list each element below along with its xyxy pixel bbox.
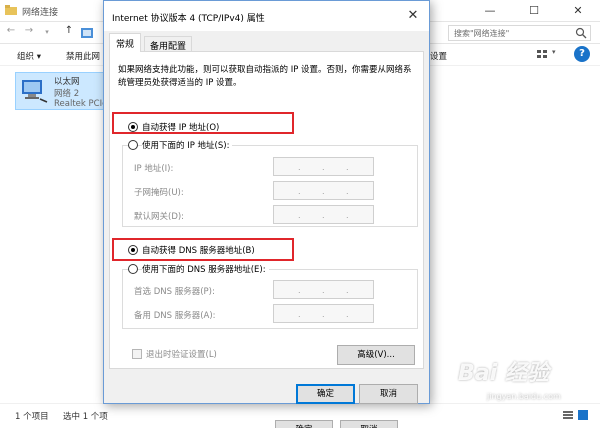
- ok-button[interactable]: 确定: [296, 384, 355, 404]
- disable-device-button[interactable]: 禁用此网: [66, 50, 100, 62]
- ip-manual-radio[interactable]: [128, 140, 138, 150]
- validate-on-exit-checkbox[interactable]: [132, 349, 142, 359]
- watermark-url: jingyan.baidu.com: [487, 392, 561, 401]
- network-folder-icon: [5, 5, 17, 15]
- search-placeholder: 搜索"网络连接": [454, 29, 510, 38]
- maximize-button[interactable]: ☐: [512, 0, 556, 22]
- organize-menu[interactable]: 组织 ▾: [17, 50, 41, 62]
- details-view-icon[interactable]: [563, 410, 573, 420]
- dns-auto-radio[interactable]: [128, 245, 138, 255]
- tab-general[interactable]: 常规: [109, 33, 142, 52]
- search-icon: [575, 27, 587, 39]
- close-window-button[interactable]: ✕: [556, 0, 600, 22]
- explorer-title: 网络连接: [22, 8, 59, 18]
- alternate-dns-label: 备用 DNS 服务器(A):: [134, 311, 216, 321]
- item-count: 1 个项目: [15, 412, 49, 422]
- help-icon[interactable]: ?: [574, 46, 590, 62]
- back-arrow-icon[interactable]: ←: [4, 25, 18, 36]
- control-panel-icon: [81, 28, 93, 38]
- forward-arrow-icon[interactable]: →: [22, 25, 36, 36]
- alternate-dns-input: ...: [273, 304, 374, 323]
- dns-auto-label: 自动获得 DNS 服务器地址(B): [142, 246, 255, 256]
- ip-manual-label: 使用下面的 IP 地址(S):: [142, 139, 233, 151]
- dns-manual-radio[interactable]: [128, 264, 138, 274]
- intro-text: 如果网络支持此功能，则可以获取自动指派的 IP 设置。否则，你需要从网络系统管理…: [118, 65, 412, 88]
- adapter-network: 网络 2: [54, 89, 80, 99]
- adapter-name: 以太网: [54, 77, 80, 87]
- ip-auto-radio[interactable]: [128, 122, 138, 132]
- adapter-device: Realtek PCIe: [54, 99, 108, 109]
- ip-auto-label: 自动获得 IP 地址(O): [142, 123, 220, 133]
- default-gateway-label: 默认网关(D):: [134, 212, 185, 222]
- dialog-title: Internet 协议版本 4 (TCP/IPv4) 属性: [112, 14, 265, 24]
- view-options-icon[interactable]: [535, 47, 549, 61]
- advanced-button[interactable]: 高级(V)...: [337, 345, 415, 365]
- ethernet-adapter-icon: [22, 80, 48, 103]
- history-chevron-icon[interactable]: ▾: [40, 28, 54, 36]
- preferred-dns-label: 首选 DNS 服务器(P):: [134, 287, 215, 297]
- dialog-titlebar: Internet 协议版本 4 (TCP/IPv4) 属性 ✕: [104, 1, 429, 31]
- default-gateway-input: ...: [273, 205, 374, 224]
- up-arrow-icon[interactable]: ↑: [62, 25, 76, 36]
- validate-on-exit-label: 退出时验证设置(L): [146, 350, 217, 360]
- parent-ok-button[interactable]: 确定: [275, 420, 333, 428]
- selected-count: 选中 1 个项: [63, 412, 108, 422]
- ip-address-label: IP 地址(I):: [134, 164, 174, 174]
- ip-address-input: ...: [273, 157, 374, 176]
- preferred-dns-input: ...: [273, 280, 374, 299]
- ipv4-properties-dialog: Internet 协议版本 4 (TCP/IPv4) 属性 ✕ 常规 备用配置 …: [103, 0, 430, 404]
- dns-manual-label: 使用下面的 DNS 服务器地址(E):: [142, 263, 269, 275]
- ethernet-adapter-item[interactable]: 以太网 网络 2 Realtek PCIe: [15, 72, 108, 110]
- view-dropdown-chevron-icon[interactable]: ▾: [552, 48, 556, 56]
- parent-cancel-button[interactable]: 取消: [340, 420, 398, 428]
- cancel-button[interactable]: 取消: [359, 384, 418, 404]
- tab-alternate-configuration[interactable]: 备用配置: [144, 36, 193, 52]
- minimize-button[interactable]: —: [468, 0, 512, 22]
- dialog-close-button[interactable]: ✕: [404, 7, 422, 25]
- subnet-mask-input: ...: [273, 181, 374, 200]
- large-icons-view-icon[interactable]: [578, 410, 588, 420]
- baidu-jingyan-watermark-logo: Bai 经验: [458, 361, 549, 386]
- general-tab-panel: 如果网络支持此功能，则可以获取自动指派的 IP 设置。否则，你需要从网络系统管理…: [109, 51, 424, 369]
- change-settings-button[interactable]: 设置: [430, 50, 447, 62]
- search-input[interactable]: 搜索"网络连接": [448, 25, 591, 41]
- subnet-mask-label: 子网掩码(U):: [134, 188, 184, 198]
